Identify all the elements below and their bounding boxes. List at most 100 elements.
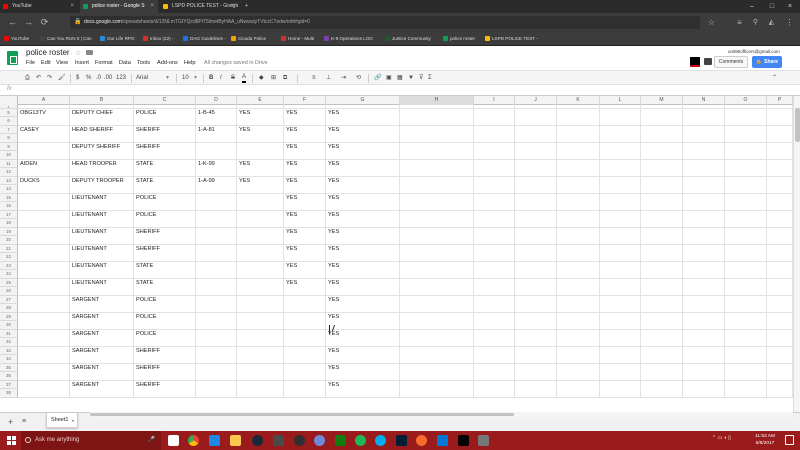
cell[interactable]: STATE	[134, 177, 196, 194]
cell[interactable]	[557, 330, 600, 347]
row-number[interactable]: 12	[0, 168, 18, 177]
cortana-app-icon[interactable]	[273, 435, 284, 446]
menu-item[interactable]: Tools	[137, 60, 150, 66]
cell[interactable]: YES	[326, 109, 400, 126]
cell[interactable]	[474, 177, 515, 194]
cell[interactable]	[683, 143, 725, 160]
cell[interactable]	[196, 347, 237, 364]
cell[interactable]: YES	[237, 160, 284, 177]
cell[interactable]	[284, 347, 326, 364]
bold-button[interactable]: B	[209, 73, 213, 83]
search-box[interactable]: Ask me anything 🎤	[21, 431, 161, 450]
cell[interactable]	[641, 330, 683, 347]
cell[interactable]: LIEUTENANT	[70, 194, 134, 211]
cell[interactable]	[18, 296, 70, 313]
cell[interactable]	[474, 160, 515, 177]
cell[interactable]: SHERIFF	[134, 245, 196, 262]
cell[interactable]	[515, 211, 557, 228]
notifications-icon[interactable]	[785, 435, 794, 445]
cell[interactable]: POLICE	[134, 194, 196, 211]
cell[interactable]	[515, 296, 557, 313]
star-document-icon[interactable]: ☆	[75, 49, 81, 57]
cell[interactable]	[18, 347, 70, 364]
cell[interactable]: LIEUTENANT	[70, 245, 134, 262]
row-number[interactable]: 29	[0, 313, 18, 321]
cell[interactable]	[641, 364, 683, 381]
cell[interactable]: YES	[326, 160, 400, 177]
spotify-icon[interactable]	[355, 435, 366, 446]
row-number[interactable]: 31	[0, 330, 18, 338]
cell[interactable]	[284, 313, 326, 330]
decrease-decimal-button[interactable]: .0	[96, 73, 101, 83]
cell[interactable]: SARGENT	[70, 381, 134, 398]
extension-icon[interactable]: ⚲	[749, 16, 762, 29]
cell[interactable]	[515, 228, 557, 245]
cell[interactable]	[557, 143, 600, 160]
cell[interactable]	[400, 313, 474, 330]
cell[interactable]	[237, 228, 284, 245]
horizontal-scroll-thumb[interactable]	[90, 413, 514, 416]
cell[interactable]	[767, 245, 793, 262]
cell[interactable]: YES	[326, 126, 400, 143]
cell[interactable]	[515, 245, 557, 262]
cell[interactable]	[400, 381, 474, 398]
all-sheets-icon[interactable]: ≡	[22, 418, 26, 425]
cell[interactable]	[474, 296, 515, 313]
cell[interactable]	[474, 313, 515, 330]
cell[interactable]: DUCKS	[18, 177, 70, 194]
column-header[interactable]: N	[683, 96, 725, 105]
cell[interactable]	[767, 364, 793, 381]
cell[interactable]: YES	[326, 262, 400, 279]
cell[interactable]	[237, 143, 284, 160]
settings-icon[interactable]	[478, 435, 489, 446]
cell[interactable]	[557, 126, 600, 143]
cell[interactable]: SARGENT	[70, 347, 134, 364]
chevron-down-icon[interactable]: ▾	[194, 73, 197, 83]
close-window-icon[interactable]: ×	[780, 0, 800, 13]
cell[interactable]	[400, 262, 474, 279]
menu-item[interactable]: File	[26, 60, 35, 66]
cell[interactable]	[683, 126, 725, 143]
row-number[interactable]: 6	[0, 117, 18, 126]
cell[interactable]	[515, 160, 557, 177]
cell[interactable]	[474, 211, 515, 228]
cell[interactable]	[515, 381, 557, 398]
cell[interactable]	[515, 126, 557, 143]
comments-button[interactable]: Comments	[714, 56, 748, 68]
cell[interactable]	[196, 313, 237, 330]
bookmark-item[interactable]: YouTube	[4, 32, 29, 46]
cell[interactable]	[284, 381, 326, 398]
menu-item[interactable]: Edit	[41, 60, 51, 66]
sheets-logo-icon[interactable]	[7, 51, 18, 65]
star-icon[interactable]: ☆	[705, 16, 718, 29]
cell[interactable]	[641, 109, 683, 126]
cell[interactable]	[600, 194, 641, 211]
cell[interactable]	[400, 126, 474, 143]
row-number[interactable]: 7	[0, 126, 18, 134]
cell[interactable]	[557, 296, 600, 313]
cell[interactable]: YES	[326, 313, 400, 330]
cell[interactable]	[474, 143, 515, 160]
chevron-down-icon[interactable]: ▾	[72, 413, 74, 428]
cell[interactable]	[474, 279, 515, 296]
bookmark-item[interactable]: LSPD POLICE TEST -	[485, 32, 538, 46]
cell[interactable]	[400, 279, 474, 296]
cell[interactable]	[237, 245, 284, 262]
close-tab-icon[interactable]: ×	[150, 0, 154, 13]
steam-icon[interactable]	[252, 435, 263, 446]
cell[interactable]	[767, 194, 793, 211]
cell[interactable]: SHERIFF	[134, 381, 196, 398]
cell[interactable]	[600, 160, 641, 177]
cell[interactable]	[237, 364, 284, 381]
cell[interactable]	[725, 347, 767, 364]
cell[interactable]: AIDEN	[18, 160, 70, 177]
cell[interactable]: YES	[326, 194, 400, 211]
cell[interactable]	[237, 313, 284, 330]
cell[interactable]	[725, 143, 767, 160]
cell[interactable]	[18, 279, 70, 296]
strikethrough-button[interactable]: S	[231, 73, 235, 83]
bookmark-item[interactable]: Can You RUN It | Can	[40, 32, 92, 46]
system-tray[interactable]: ⌃ ▭ ◖ ▯	[712, 435, 731, 441]
row-number[interactable]: 38	[0, 389, 18, 398]
cell[interactable]	[557, 364, 600, 381]
